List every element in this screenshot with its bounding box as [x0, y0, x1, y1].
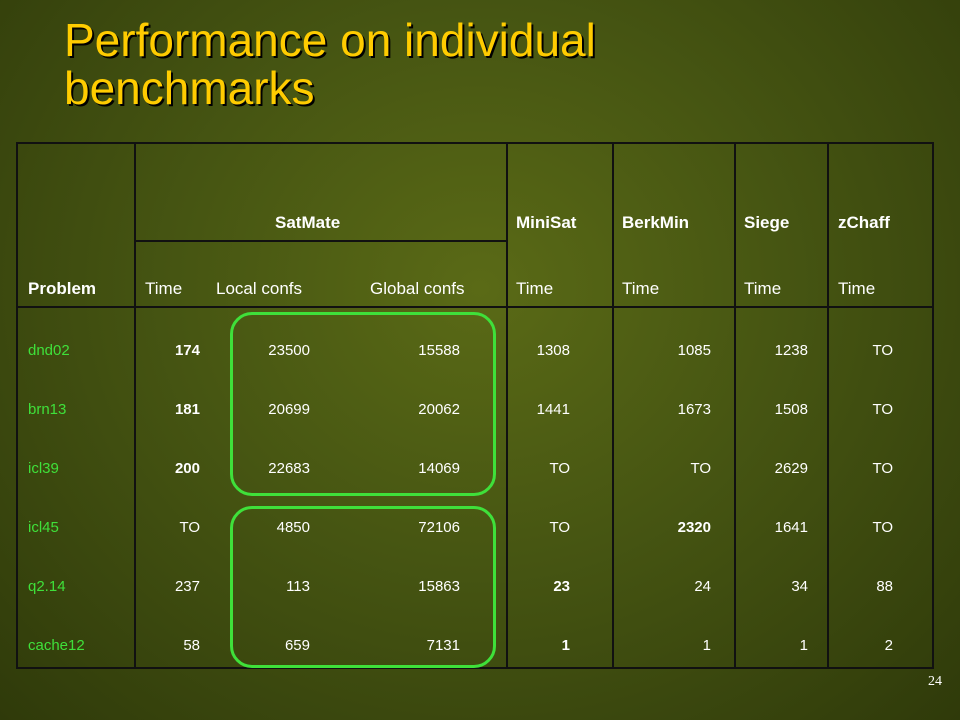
satmate-subheader-divider [135, 240, 507, 242]
cell-minisat: TO [549, 519, 570, 536]
cell-siege: 2629 [774, 460, 808, 477]
cell-problem: icl45 [28, 519, 59, 536]
header-problem: Problem [28, 279, 97, 298]
title-line-2: benchmarks [64, 62, 315, 114]
col-divider-siege [827, 142, 829, 669]
cell-zchaff: TO [872, 401, 893, 418]
cell-siege: 1508 [774, 401, 808, 418]
col-divider-problem [134, 142, 136, 669]
cell-global-confs: 15588 [418, 342, 460, 359]
cell-berkmin: 24 [694, 578, 711, 595]
cell-satmate-time: 174 [174, 342, 200, 359]
cell-global-confs: 72106 [418, 519, 460, 536]
header-minisat: MiniSat [516, 213, 577, 232]
header-siege-time: Time [744, 279, 782, 298]
cell-global-confs: 14069 [418, 460, 460, 477]
cell-siege: 34 [791, 578, 808, 595]
slide-title: Performance on individual benchmarks [64, 16, 596, 112]
table-header-divider [16, 306, 934, 308]
header-local-confs: Local confs [216, 279, 302, 298]
header-zchaff: zChaff [838, 213, 890, 232]
col-divider-berkmin [734, 142, 736, 669]
title-line-1: Performance on individual [64, 14, 596, 66]
cell-siege: 1238 [774, 342, 808, 359]
cell-satmate-time: 200 [174, 460, 200, 477]
cell-berkmin: 1 [702, 637, 711, 654]
cell-global-confs: 7131 [426, 637, 460, 654]
cell-berkmin: TO [690, 460, 711, 477]
cell-local-confs: 23500 [268, 342, 310, 359]
page-number: 24 [928, 674, 942, 689]
header-satmate-time: Time [145, 279, 183, 298]
cell-problem: brn13 [28, 401, 67, 418]
cell-zchaff: 2 [884, 637, 893, 654]
cell-local-confs: 113 [286, 578, 310, 595]
cell-global-confs: 20062 [418, 401, 460, 418]
col-divider-right [932, 142, 934, 669]
cell-minisat: 23 [553, 578, 570, 595]
col-divider-minisat [612, 142, 614, 669]
cell-problem: cache12 [28, 637, 85, 654]
cell-berkmin: 1085 [677, 342, 711, 359]
cell-minisat: 1308 [536, 342, 570, 359]
cell-local-confs: 20699 [268, 401, 310, 418]
cell-berkmin: 1673 [677, 401, 711, 418]
cell-problem: icl39 [28, 460, 59, 477]
cell-berkmin: 2320 [677, 519, 711, 536]
cell-satmate-time: TO [179, 519, 200, 536]
header-satmate: SatMate [275, 213, 341, 232]
header-zchaff-time: Time [838, 279, 876, 298]
cell-zchaff: TO [872, 342, 893, 359]
col-divider-left [16, 142, 18, 669]
header-global-confs: Global confs [370, 279, 465, 298]
cell-local-confs: 659 [284, 637, 310, 654]
cell-satmate-time: 181 [174, 401, 200, 418]
cell-problem: q2.14 [28, 578, 66, 595]
table-top-border [16, 142, 934, 144]
cell-satmate-time: 58 [183, 637, 200, 654]
cell-siege: 1 [799, 637, 808, 654]
cell-zchaff: TO [872, 460, 893, 477]
cell-minisat: 1 [561, 637, 570, 654]
header-minisat-time: Time [516, 279, 554, 298]
cell-local-confs: 22683 [268, 460, 310, 477]
cell-minisat: TO [549, 460, 570, 477]
cell-zchaff: TO [872, 519, 893, 536]
header-berkmin: BerkMin [622, 213, 690, 232]
header-siege: Siege [744, 213, 790, 232]
header-berkmin-time: Time [622, 279, 660, 298]
cell-local-confs: 4850 [276, 519, 310, 536]
cell-satmate-time: 237 [174, 578, 200, 595]
cell-minisat: 1441 [536, 401, 570, 418]
cell-global-confs: 15863 [418, 578, 460, 595]
cell-problem: dnd02 [28, 342, 70, 359]
cell-siege: 1641 [774, 519, 808, 536]
cell-zchaff: 88 [876, 578, 893, 595]
col-divider-satmate [506, 142, 508, 669]
